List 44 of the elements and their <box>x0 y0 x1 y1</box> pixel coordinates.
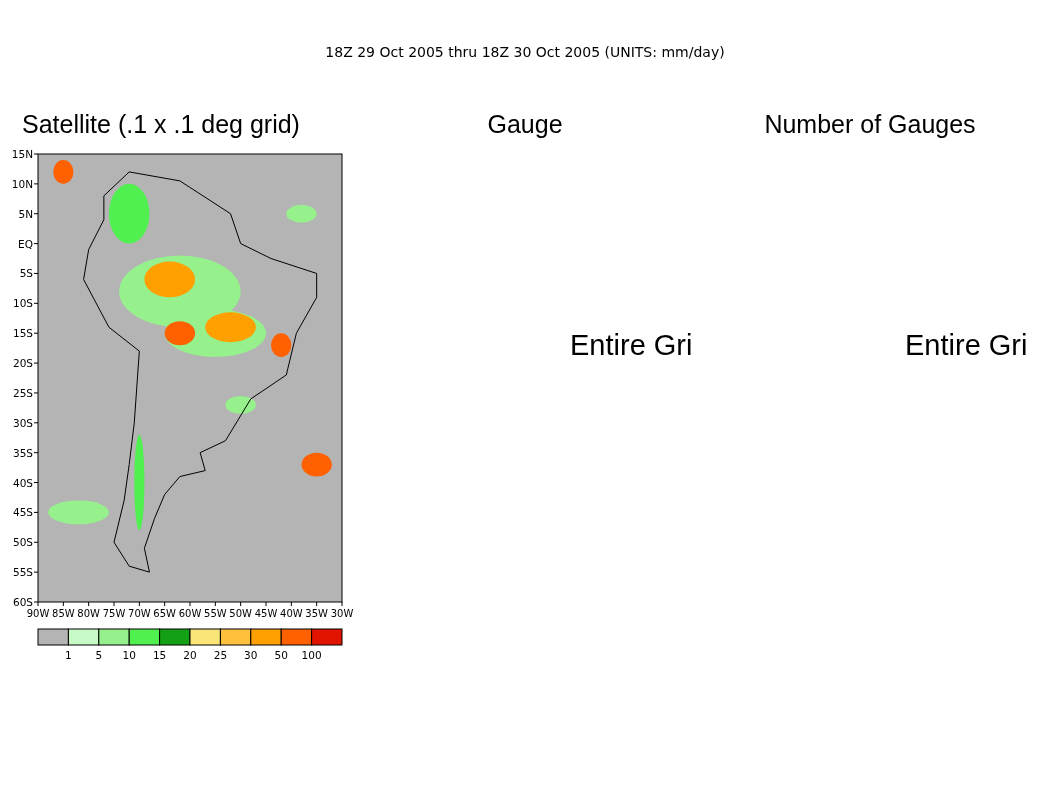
latitude-label: 15N <box>11 148 33 160</box>
panel-title: Gauge <box>487 110 563 139</box>
legend-label: 50 <box>274 649 288 661</box>
latitude-label: 60S <box>12 596 33 608</box>
latitude-label: 35S <box>12 446 33 459</box>
longitude-label: 60W <box>178 608 202 619</box>
legend-label: 30 <box>244 649 258 661</box>
longitude-label: 40W <box>280 608 303 619</box>
latitude-label: EQ <box>18 237 33 250</box>
latitude-label: 30S <box>12 416 33 429</box>
longitude-label: 35W <box>305 608 328 619</box>
longitude-label: 55W <box>204 608 227 619</box>
longitude-label: 90W <box>26 608 50 619</box>
latitude-label: 10N <box>11 177 33 190</box>
latitude-label: 55S <box>12 566 33 579</box>
panel-title: Satellite (.1 x .1 deg grid) <box>22 110 300 139</box>
legend-label: 5 <box>95 649 103 661</box>
latitude-label: 25S <box>12 386 33 399</box>
legend-label: 10 <box>122 649 136 661</box>
longitude-label: 70W <box>128 608 151 619</box>
latitude-label: 10S <box>12 297 33 310</box>
longitude-label: 75W <box>102 608 126 619</box>
legend-label: 100 <box>301 649 322 661</box>
latitude-label: 15S <box>12 327 33 340</box>
longitude-label: 50W <box>229 608 252 619</box>
panel-title: Number of Gauges <box>764 110 976 139</box>
legend-label: 25 <box>213 649 228 661</box>
legend-label: 15 <box>152 649 167 661</box>
date-range-title: 18Z 29 Oct 2005 thru 18Z 30 Oct 2005 (UNITS: mm/day) <box>325 44 725 60</box>
latitude-label: 40S <box>12 476 33 489</box>
longitude-label: 65W <box>153 608 176 619</box>
panel-message: Entire Gri <box>570 329 693 362</box>
latitude-label: 20S <box>12 357 33 370</box>
legend-label: 20 <box>183 649 197 661</box>
latitude-label: 5S <box>19 267 33 280</box>
longitude-label: 80W <box>77 608 100 619</box>
panel-message: Entire Gri <box>905 329 1028 362</box>
latitude-label: 5N <box>18 207 33 220</box>
latitude-label: 45S <box>12 506 33 519</box>
longitude-label: 30W <box>330 608 354 619</box>
legend-label: 1 <box>65 649 72 661</box>
longitude-label: 45W <box>254 608 278 619</box>
longitude-label: 85W <box>52 608 75 619</box>
latitude-label: 50S <box>12 536 33 549</box>
